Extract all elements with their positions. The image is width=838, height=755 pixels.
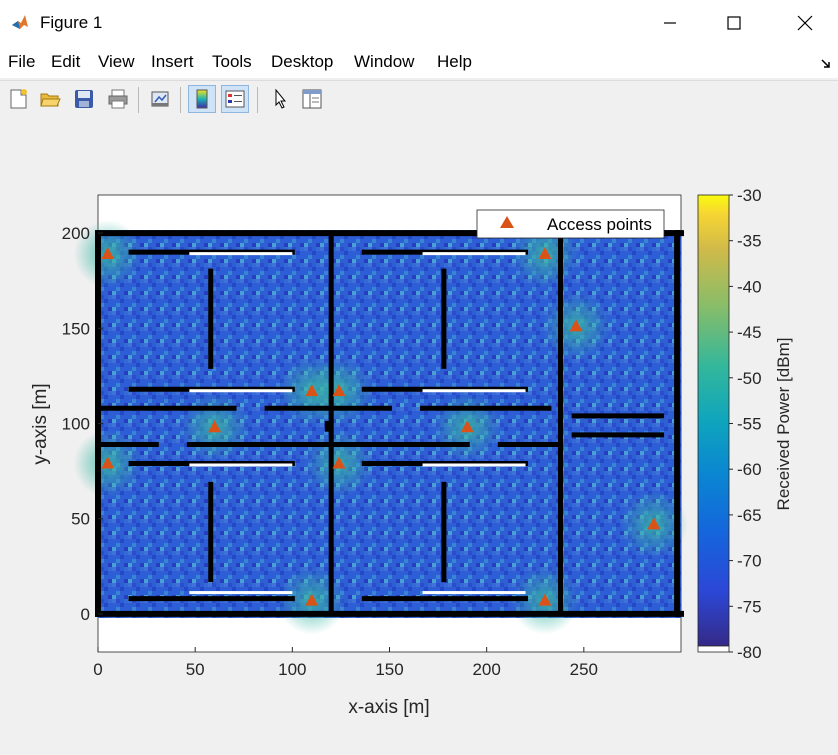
y-tick-label: 0 — [81, 605, 90, 624]
colorbar-tick-label: -55 — [737, 415, 762, 434]
colorbar-tick-label: -40 — [737, 277, 762, 296]
dock-arrow-icon[interactable] — [820, 58, 832, 70]
insert-colorbar-button[interactable] — [188, 85, 216, 113]
close-button[interactable] — [782, 0, 828, 46]
y-axis-label: y-axis [m] — [30, 383, 51, 464]
heatmap-field — [73, 220, 688, 635]
colorbar-tick-label: -70 — [737, 552, 762, 571]
y-tick-label: 150 — [62, 319, 90, 338]
menu-window[interactable]: Window — [354, 52, 414, 72]
open-file-button[interactable] — [36, 85, 64, 113]
x-tick-label: 50 — [186, 660, 205, 679]
new-figure-button[interactable] — [4, 85, 32, 113]
colorbar[interactable] — [697, 194, 730, 653]
x-tick-label: 200 — [472, 660, 500, 679]
open-file-icon — [40, 93, 61, 107]
y-tick-label: 200 — [62, 224, 90, 243]
shadow-patch — [422, 252, 526, 256]
toolbar-separator — [257, 87, 258, 113]
plot-svg: 0 50 100 150 200 250 050100150200 x-axis [m] … — [30, 186, 793, 718]
print-button[interactable] — [104, 85, 132, 113]
menu-file[interactable]: File — [8, 52, 35, 72]
toolbar-separator — [138, 87, 139, 113]
pointer-button[interactable] — [266, 85, 294, 113]
shadow-patch — [189, 389, 293, 393]
colorbar-tick-label: -75 — [737, 597, 762, 616]
colorbar-tick-label: -50 — [737, 369, 762, 388]
x-tick-label: 250 — [570, 660, 598, 679]
y-tick-label: 100 — [62, 415, 90, 434]
matlab-logo-icon — [12, 15, 28, 29]
colorbar-label: Received Power [dBm] — [774, 338, 793, 511]
y-tick-label: 50 — [71, 510, 90, 529]
insert-legend-button[interactable] — [221, 85, 249, 113]
colorbar-tick-label: -65 — [737, 506, 762, 525]
menu-insert[interactable]: Insert — [151, 52, 194, 72]
title-bar: Figure 1 — [0, 0, 838, 46]
shadow-patch — [189, 463, 293, 467]
shadow-patch — [422, 591, 526, 595]
maximize-icon — [727, 16, 741, 30]
menu-desktop[interactable]: Desktop — [271, 52, 333, 72]
minimize-button[interactable] — [647, 0, 693, 46]
menu-bar: File Edit View Insert Tools Desktop Wind… — [0, 46, 838, 78]
property-editor-button[interactable] — [298, 85, 326, 113]
link-plot-icon — [151, 91, 169, 107]
pointer-icon — [275, 88, 287, 109]
property-editor-icon — [302, 89, 322, 109]
save-icon — [75, 90, 93, 108]
shadow-patch — [422, 389, 526, 393]
x-tick-label: 150 — [375, 660, 403, 679]
shadow-patch — [189, 252, 293, 256]
shadow-patch — [422, 463, 526, 467]
x-tick-label: 0 — [93, 660, 102, 679]
print-icon — [108, 89, 128, 109]
new-figure-icon — [10, 89, 27, 109]
figure-canvas: 0 50 100 150 200 250 0 50 100 150 200 x-axis [m] … — [0, 119, 838, 750]
x-tick-label: 100 — [278, 660, 306, 679]
colorbar-tick-label: -45 — [737, 323, 762, 342]
colorbar-tick-label: -80 — [737, 643, 762, 662]
legend-entry: Access points — [547, 215, 652, 234]
x-axis-label: x-axis [m] — [348, 697, 429, 718]
save-button[interactable] — [70, 85, 98, 113]
link-plot-button[interactable] — [146, 85, 174, 113]
window-title: Figure 1 — [40, 13, 103, 32]
menu-tools[interactable]: Tools — [212, 52, 252, 72]
colorbar-ticks: -30 -35 -40 -45 -50 -55 -60 -65 -70 -75 -80 — [729, 186, 762, 662]
menu-help[interactable]: Help — [437, 52, 472, 72]
colorbar-tick-label: -30 — [737, 186, 762, 205]
colorbar-tick-label: -60 — [737, 460, 762, 479]
colorbar-tick-label: -35 — [737, 232, 762, 251]
legend[interactable]: Access points — [476, 209, 665, 239]
maximize-button[interactable] — [711, 0, 757, 46]
minimize-icon — [664, 22, 676, 24]
insert-legend-icon — [225, 90, 245, 108]
toolbar — [0, 80, 838, 119]
menu-edit[interactable]: Edit — [51, 52, 80, 72]
insert-colorbar-icon — [196, 89, 208, 109]
menu-view[interactable]: View — [98, 52, 135, 72]
close-icon — [797, 15, 813, 31]
shadow-patch — [189, 591, 293, 595]
toolbar-separator — [180, 87, 181, 113]
